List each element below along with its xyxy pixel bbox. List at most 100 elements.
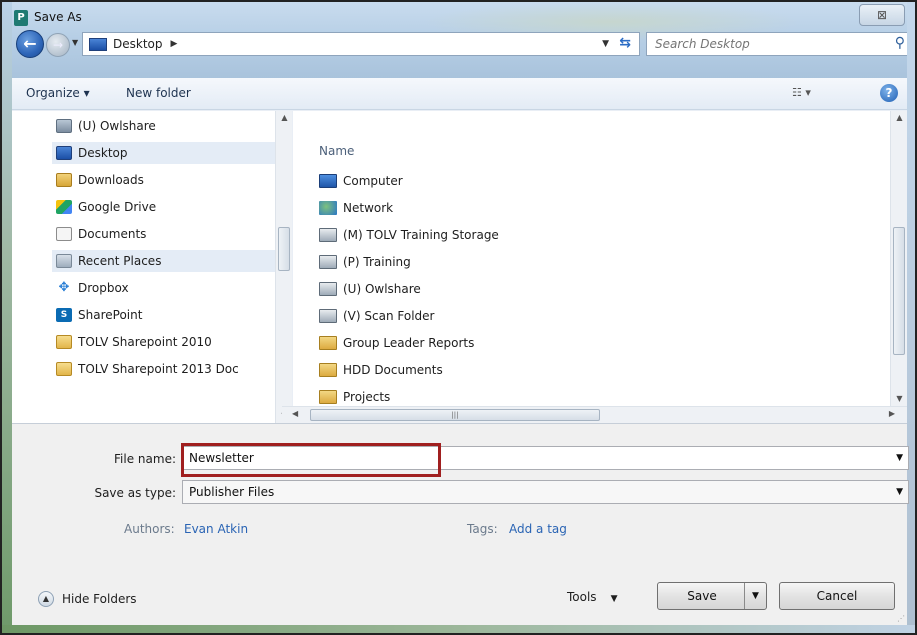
sidebar-item-tolv-sharepoint-2013[interactable]: TOLV Sharepoint 2013 Doc <box>56 358 276 380</box>
documents-icon <box>56 227 72 241</box>
tools-label: Tools <box>567 590 597 604</box>
list-item-scan-folder[interactable]: (V) Scan Folder <box>319 305 434 327</box>
sidebar-item-downloads[interactable]: Downloads <box>56 169 276 191</box>
list-item-training[interactable]: (P) Training <box>319 251 411 273</box>
change-view-button[interactable]: ☷ ▾ <box>792 86 811 99</box>
sidebar-item-owlshare[interactable]: (U) Owlshare <box>56 115 276 137</box>
hide-folders-button[interactable]: ▲ Hide Folders <box>38 591 137 607</box>
scroll-left-arrow-icon[interactable]: ◀ <box>292 409 298 418</box>
window-right-edge <box>907 2 915 633</box>
downloads-icon <box>56 173 72 187</box>
file-list: Name Computer Network (M) TOLV Training … <box>293 111 907 423</box>
sharepoint-icon: S <box>56 308 72 322</box>
desktop-icon <box>89 37 107 51</box>
sidebar-item-sharepoint[interactable]: S SharePoint <box>56 304 276 326</box>
list-item-computer[interactable]: Computer <box>319 170 403 192</box>
recent-pages-dropdown[interactable]: ▼ <box>72 38 78 47</box>
file-list-scrollbar[interactable]: ▲ ▼ <box>890 111 907 406</box>
resize-grip-icon[interactable]: ⋰ <box>897 614 905 623</box>
hide-folders-label: Hide Folders <box>62 592 137 606</box>
list-item-projects[interactable]: Projects <box>319 386 390 408</box>
help-icon[interactable]: ? <box>880 84 898 102</box>
sidebar-item-label: TOLV Sharepoint 2010 <box>78 335 212 349</box>
column-header-name[interactable]: Name <box>319 144 354 158</box>
publisher-icon: P <box>14 10 28 26</box>
file-name-input[interactable] <box>189 448 839 468</box>
sidebar-item-desktop[interactable]: Desktop <box>52 142 282 164</box>
cancel-button[interactable]: Cancel <box>779 582 895 610</box>
save-as-dialog: P Save As ⊠ ← → ▼ Desktop ▶ ▼ ⇆ ⚲ Organi… <box>0 0 917 635</box>
horizontal-scrollbar-thumb[interactable]: ||| <box>310 409 600 421</box>
list-item-label: (P) Training <box>343 255 411 269</box>
save-as-type-dropdown-icon[interactable]: ▼ <box>896 487 903 497</box>
list-item-tolv-training-storage[interactable]: (M) TOLV Training Storage <box>319 224 499 246</box>
list-item-label: (V) Scan Folder <box>343 309 435 323</box>
file-name-dropdown-icon[interactable]: ▼ <box>896 453 903 463</box>
sidebar-item-google-drive[interactable]: Google Drive <box>56 196 276 218</box>
list-item-label: Projects <box>343 390 391 404</box>
authors-value[interactable]: Evan Atkin <box>184 522 248 536</box>
sidebar-item-dropbox[interactable]: ✥ Dropbox <box>56 277 276 299</box>
network-drive-icon <box>319 309 337 323</box>
title-bar: P Save As ⊠ ← → ▼ Desktop ▶ ▼ ⇆ ⚲ <box>2 2 915 78</box>
file-name-label: File name: <box>114 452 176 466</box>
list-item-owlshare[interactable]: (U) Owlshare <box>319 278 421 300</box>
sidebar-item-label: Documents <box>78 227 147 241</box>
navigation-pane-scrollbar[interactable]: ▲ ▼ <box>275 111 292 423</box>
scroll-up-arrow-icon[interactable]: ▲ <box>276 113 293 122</box>
network-icon <box>319 201 337 215</box>
sidebar-item-label: TOLV Sharepoint 2013 Doc <box>78 362 239 376</box>
search-box[interactable]: ⚲ <box>646 32 912 56</box>
recent-places-icon <box>56 254 72 268</box>
save-as-type-value: Publisher Files <box>189 485 275 499</box>
search-icon[interactable]: ⚲ <box>895 35 905 51</box>
window-left-edge <box>2 2 12 633</box>
sidebar-item-tolv-sharepoint-2010[interactable]: TOLV Sharepoint 2010 <box>56 331 276 353</box>
search-input[interactable] <box>655 33 885 55</box>
tools-dropdown-icon: ▼ <box>610 594 618 604</box>
scrollbar-thumb[interactable] <box>893 227 905 355</box>
horizontal-scrollbar[interactable]: ◀ ||| ▶ <box>282 406 907 423</box>
folder-icon <box>56 362 72 376</box>
breadcrumb-chevron-icon[interactable]: ▶ <box>171 39 178 49</box>
desktop-icon <box>56 146 72 160</box>
sidebar-item-label: (U) Owlshare <box>78 119 156 133</box>
address-bar[interactable]: Desktop ▶ ▼ ⇆ <box>82 32 640 56</box>
tags-input[interactable]: Add a tag <box>509 522 567 536</box>
close-button[interactable]: ⊠ <box>859 4 905 26</box>
save-as-type-label: Save as type: <box>94 486 176 500</box>
tools-menu[interactable]: Tools ▼ <box>567 590 617 604</box>
save-options-panel: File name: ▼ Save as type: Publisher Fil… <box>12 423 909 625</box>
views-dropdown-icon[interactable]: ▾ <box>805 86 811 99</box>
scroll-up-arrow-icon[interactable]: ▲ <box>891 113 908 122</box>
file-name-field[interactable]: ▼ <box>182 446 909 470</box>
save-button[interactable]: Save ▼ <box>657 582 767 610</box>
save-options-dropdown-icon[interactable]: ▼ <box>744 583 766 609</box>
save-as-type-select[interactable]: Publisher Files ▼ <box>182 480 909 504</box>
sidebar-item-documents[interactable]: Documents <box>56 223 276 245</box>
command-bar: Organize ▾ New folder ☷ ▾ ? <box>12 78 907 110</box>
sidebar-item-label: Dropbox <box>78 281 129 295</box>
sidebar-item-label: Downloads <box>78 173 144 187</box>
google-drive-icon <box>56 200 72 214</box>
sidebar-item-label: SharePoint <box>78 308 143 322</box>
sidebar-item-label: Google Drive <box>78 200 157 214</box>
collapse-up-icon: ▲ <box>38 591 54 607</box>
address-dropdown-icon[interactable]: ▼ <box>602 39 609 49</box>
list-item-label: Network <box>343 201 394 215</box>
list-item-network[interactable]: Network <box>319 197 393 219</box>
scrollbar-thumb[interactable] <box>278 227 290 271</box>
list-item-group-leader-reports[interactable]: Group Leader Reports <box>319 332 474 354</box>
forward-button[interactable]: → <box>46 33 70 57</box>
sidebar-item-recent-places[interactable]: Recent Places <box>52 250 282 272</box>
new-folder-button[interactable]: New folder <box>126 86 191 100</box>
organize-button[interactable]: Organize ▾ <box>26 86 90 100</box>
scroll-down-arrow-icon[interactable]: ▼ <box>891 394 908 403</box>
breadcrumb-desktop[interactable]: Desktop <box>113 37 163 51</box>
list-item-hdd-documents[interactable]: HDD Documents <box>319 359 443 381</box>
shortcut-folder-icon <box>319 363 337 377</box>
back-button[interactable]: ← <box>16 30 44 58</box>
scroll-right-arrow-icon[interactable]: ▶ <box>889 409 895 418</box>
refresh-icon[interactable]: ⇆ <box>619 35 631 51</box>
save-label: Save <box>687 589 717 603</box>
